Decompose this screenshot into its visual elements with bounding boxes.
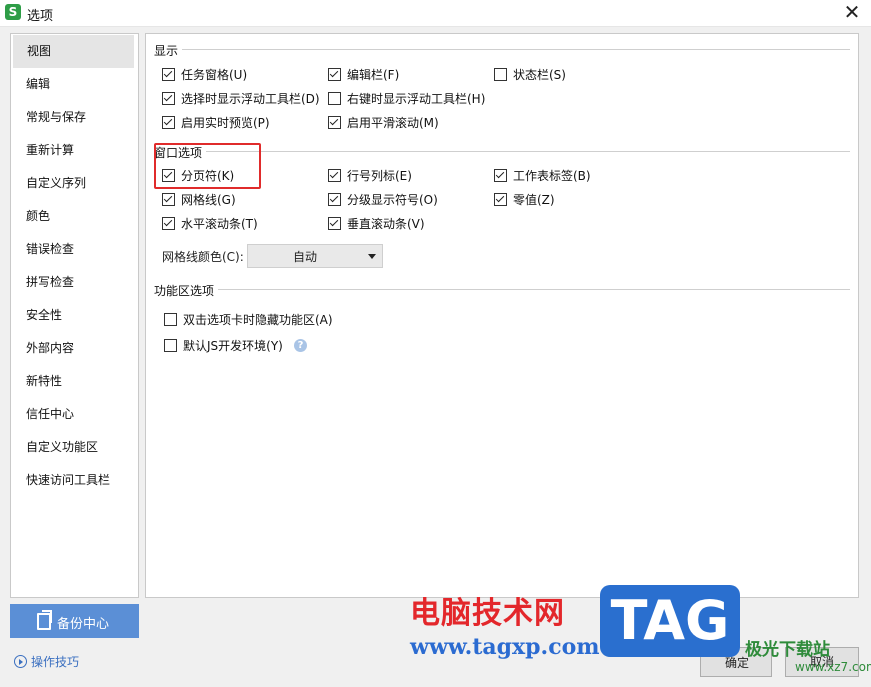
- checkbox-checked[interactable]: [494, 169, 507, 182]
- checkbox-checked[interactable]: [162, 92, 175, 105]
- watermark-brand-url: www.xz7.com: [795, 660, 871, 674]
- sidebar-item-customize-ribbon[interactable]: 自定义功能区: [12, 431, 137, 464]
- tips-label: 操作技巧: [31, 655, 80, 669]
- title-bar: S 选项 ✕: [0, 0, 871, 27]
- section-divider: [154, 49, 850, 50]
- watermark-tag-logo: TAG: [600, 585, 740, 657]
- sidebar-item-view[interactable]: 视图: [13, 35, 134, 68]
- option-sheet-tabs[interactable]: 工作表标签(B): [494, 168, 591, 184]
- watermark-site-name: 电脑技术网: [410, 596, 565, 631]
- checkbox-unchecked[interactable]: [328, 92, 341, 105]
- checkbox-unchecked[interactable]: [494, 68, 507, 81]
- gridline-color-select[interactable]: 自动: [247, 244, 383, 268]
- sidebar-item-new-features[interactable]: 新特性: [12, 365, 137, 398]
- sidebar-item-security[interactable]: 安全性: [12, 299, 137, 332]
- checkbox-unchecked[interactable]: [164, 339, 177, 352]
- checkbox-checked[interactable]: [328, 116, 341, 129]
- sidebar-item-recalculate[interactable]: 重新计算: [12, 134, 137, 167]
- tips-link[interactable]: 操作技巧: [14, 653, 79, 670]
- checkbox-checked[interactable]: [162, 193, 175, 206]
- gridline-color-value: 自动: [292, 250, 317, 264]
- checkbox-unchecked[interactable]: [164, 313, 177, 326]
- sidebar-item-trust-center[interactable]: 信任中心: [12, 398, 137, 431]
- sidebar-item-spell-check[interactable]: 拼写检查: [12, 266, 137, 299]
- checkbox-checked[interactable]: [162, 116, 175, 129]
- option-status-bar[interactable]: 状态栏(S): [494, 67, 566, 83]
- sidebar-item-edit[interactable]: 编辑: [12, 68, 137, 101]
- option-float-toolbar-select[interactable]: 选择时显示浮动工具栏(D): [162, 91, 320, 107]
- backup-icon: [37, 610, 52, 630]
- backup-center-label: 备份中心: [57, 617, 110, 632]
- option-smooth-scroll[interactable]: 启用平滑滚动(M): [328, 115, 439, 131]
- checkbox-checked[interactable]: [494, 193, 507, 206]
- checkbox-checked[interactable]: [328, 217, 341, 230]
- highlight-annotation-box: [154, 143, 261, 189]
- section-divider: [154, 289, 850, 290]
- option-live-preview[interactable]: 启用实时预览(P): [162, 115, 270, 131]
- backup-center-button[interactable]: 备份中心: [10, 604, 139, 638]
- checkbox-checked[interactable]: [162, 68, 175, 81]
- section-title-ribbon-options: 功能区选项: [154, 282, 219, 299]
- watermark-brand: 极光下载站: [745, 640, 830, 660]
- option-formula-bar[interactable]: 编辑栏(F): [328, 67, 399, 83]
- option-float-toolbar-rightclick[interactable]: 右键时显示浮动工具栏(H): [328, 91, 485, 107]
- checkbox-checked[interactable]: [328, 193, 341, 206]
- option-task-pane[interactable]: 任务窗格(U): [162, 67, 247, 83]
- sidebar-item-error-check[interactable]: 错误检查: [12, 233, 137, 266]
- help-icon[interactable]: ?: [294, 339, 307, 352]
- checkbox-checked[interactable]: [328, 68, 341, 81]
- sidebar-item-quick-access-toolbar[interactable]: 快速访问工具栏: [12, 464, 137, 497]
- option-horizontal-scrollbar[interactable]: 水平滚动条(T): [162, 216, 258, 232]
- play-circle-icon: [14, 655, 27, 668]
- option-vertical-scrollbar[interactable]: 垂直滚动条(V): [328, 216, 425, 232]
- section-title-display: 显示: [154, 42, 183, 59]
- options-panel: 显示 任务窗格(U) 编辑栏(F) 状态栏(S) 选择时显示浮动工具栏(D) 右…: [145, 33, 859, 598]
- sidebar-item-custom-lists[interactable]: 自定义序列: [12, 167, 137, 200]
- watermark-site-url: www.tagxp.com: [410, 634, 600, 660]
- checkbox-checked[interactable]: [162, 217, 175, 230]
- chevron-down-icon: [368, 254, 376, 259]
- option-gridlines[interactable]: 网格线(G): [162, 192, 236, 208]
- sidebar-item-general-save[interactable]: 常规与保存: [12, 101, 137, 134]
- gridline-color-label: 网格线颜色(C):: [162, 250, 244, 264]
- option-default-js-env[interactable]: 默认JS开发环境(Y): [164, 338, 283, 354]
- sidebar-item-external-content[interactable]: 外部内容: [12, 332, 137, 365]
- option-row-col-headers[interactable]: 行号列标(E): [328, 168, 412, 184]
- option-outline-symbols[interactable]: 分级显示符号(O): [328, 192, 438, 208]
- sidebar-item-color[interactable]: 颜色: [12, 200, 137, 233]
- close-button[interactable]: ✕: [841, 2, 863, 24]
- app-logo-icon: S: [5, 4, 21, 20]
- option-zero-values[interactable]: 零值(Z): [494, 192, 555, 208]
- window-title: 选项: [27, 9, 54, 24]
- checkbox-checked[interactable]: [328, 169, 341, 182]
- sidebar-nav: 视图 编辑 常规与保存 重新计算 自定义序列 颜色 错误检查 拼写检查 安全性 …: [10, 33, 139, 598]
- option-hide-ribbon-dblclick[interactable]: 双击选项卡时隐藏功能区(A): [164, 312, 333, 328]
